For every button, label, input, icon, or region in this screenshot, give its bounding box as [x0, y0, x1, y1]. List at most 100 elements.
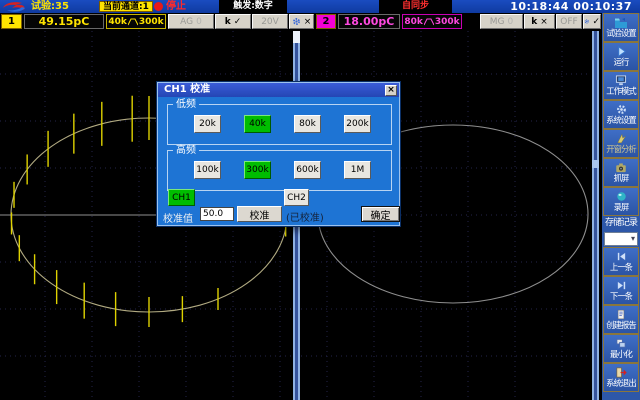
sidebar-button-minimize[interactable]: 最小化: [603, 334, 639, 363]
sidebar-button-work-mode[interactable]: 工作模式: [603, 71, 639, 100]
sidebar-button-label: 工作模式: [606, 87, 635, 96]
close-icon[interactable]: ×: [385, 85, 397, 96]
channel-2-settings-segment[interactable]: ✓: [583, 14, 601, 29]
channel-1-badge[interactable]: 1: [1, 14, 22, 29]
gear-icon: [584, 17, 589, 26]
sidebar-button-label: 下一条: [610, 292, 632, 301]
channel-1-unit-segment[interactable]: k ✓: [215, 14, 251, 29]
check-icon: ✓: [592, 17, 600, 27]
channel-1-gain-segment[interactable]: AG 0: [168, 14, 214, 29]
channel-1-charge-value: 49.15pC: [24, 14, 104, 29]
dialog-title[interactable]: CH1 校准: [158, 83, 399, 97]
sidebar-button-label: 系统退出: [606, 379, 635, 388]
bandpass-icon: [424, 18, 434, 26]
sync-mode-label: 自同步: [379, 0, 452, 13]
calibrated-status-note: (已校准): [286, 209, 324, 224]
play-icon: [616, 45, 627, 58]
minimize-icon: [615, 337, 627, 350]
bandpass-icon: [128, 18, 138, 26]
sidebar-button-previous-record[interactable]: 上一条: [603, 247, 639, 276]
freq-option-1M[interactable]: 1M: [344, 161, 371, 179]
sidebar-button-run[interactable]: 运行: [603, 42, 639, 71]
camera-icon: [615, 161, 627, 174]
check-icon: ✓: [234, 17, 242, 27]
freq-option-300k[interactable]: 300k: [244, 161, 271, 179]
channel-1-settings-segment[interactable]: ×: [289, 14, 314, 29]
freq-option-200k[interactable]: 200k: [344, 115, 371, 133]
next-icon: [616, 279, 627, 292]
ok-button[interactable]: 确定: [361, 206, 400, 222]
channel-1-select-button[interactable]: CH1: [168, 189, 195, 206]
storage-records-label: 存储记录: [602, 216, 640, 231]
sidebar-button-label: 上一条: [610, 263, 632, 272]
channel-2-charge-value: 18.00pC: [338, 14, 400, 29]
band-low-value: 80k: [404, 17, 423, 27]
band-low-value: 40k: [108, 17, 127, 27]
stop-status-icon: [154, 2, 163, 11]
sidebar-button-label: 试验设置: [606, 29, 635, 38]
monitor-icon: [615, 74, 627, 87]
splitter-right[interactable]: [591, 31, 600, 400]
unit-label: k: [225, 17, 231, 27]
sidebar-button-next-record[interactable]: 下一条: [603, 276, 639, 305]
sidebar: 试验设置运行工作模式系统设置开窗分析抓屏录屏 存储记录 ▾ 上一条下一条创建报告…: [602, 13, 640, 400]
calibrate-button[interactable]: 校准: [237, 206, 282, 222]
sidebar-button-label: 开窗分析: [606, 145, 635, 154]
low-frequency-label: 低频: [173, 99, 199, 110]
report-icon: [616, 308, 626, 321]
splitter-right-handle[interactable]: [592, 160, 599, 168]
sidebar-button-screen-record[interactable]: 录屏: [603, 187, 639, 216]
sidebar-button-label: 创建报告: [606, 321, 635, 330]
sidebar-button-window-analysis[interactable]: 开窗分析: [603, 129, 639, 158]
freq-option-80k[interactable]: 80k: [294, 115, 321, 133]
prev-icon: [616, 250, 627, 263]
range-label: OFF: [560, 17, 577, 27]
high-frequency-group: 高频 100k300k600k1M: [167, 150, 392, 191]
trigger-mode-label: 触发:数字: [219, 0, 287, 13]
gear-icon: [292, 17, 301, 26]
channel-1-band-range[interactable]: 40k 300k: [106, 14, 166, 29]
high-frequency-label: 高频: [173, 145, 199, 156]
calibration-value-label: 校准值: [163, 210, 193, 225]
sphere-icon: [616, 190, 627, 203]
gain-value: 0: [508, 17, 514, 27]
channel-2-select-button[interactable]: CH2: [284, 189, 309, 206]
channel-2-badge[interactable]: 2: [316, 14, 336, 29]
calibration-dialog: CH1 校准 × 低频 20k 40k 80k 200k 高频 100k 300k 600…: [157, 82, 400, 226]
gain-label: AG: [180, 17, 193, 27]
lightning-icon: [616, 132, 627, 145]
freq-option-600k[interactable]: 600k: [294, 161, 321, 179]
current-time: 10:18:44: [510, 0, 569, 13]
test-number-label: 试验:35: [31, 0, 69, 13]
sidebar-button-system-exit[interactable]: 系统退出: [603, 363, 639, 392]
storage-records-dropdown[interactable]: ▾: [604, 232, 638, 246]
band-high-value: 300k: [139, 17, 164, 27]
unit-label: k: [531, 17, 537, 27]
channel-2-band-range[interactable]: 80k 300k: [402, 14, 462, 29]
current-channel-badge: 当前通道:1: [99, 1, 153, 12]
stop-status-label: 停止: [166, 0, 186, 13]
freq-option-20k[interactable]: 20k: [194, 115, 221, 133]
channel-2-range-segment[interactable]: OFF: [556, 14, 582, 29]
channel-2-unit-segment[interactable]: k ×: [524, 14, 555, 29]
sidebar-button-screen-capture[interactable]: 抓屏: [603, 158, 639, 187]
clock-display: 10:18:44 00:10:37: [510, 0, 632, 13]
splitter-left-handle[interactable]: [293, 31, 300, 43]
channel-1-range-segment[interactable]: 20V: [252, 14, 288, 29]
low-frequency-group: 低频 20k40k80k200k: [167, 104, 392, 145]
app-logo-icon: [2, 0, 28, 13]
sidebar-button-create-report[interactable]: 创建报告: [603, 305, 639, 334]
channel-status-bar: 1 49.15pC 40k 300k AG 0 k ✓ 20V × 2 18.0…: [0, 13, 602, 31]
calibration-value-input[interactable]: [200, 207, 234, 221]
freq-option-100k[interactable]: 100k: [194, 161, 221, 179]
sidebar-button-label: 抓屏: [614, 174, 629, 183]
folder-icon: [614, 16, 628, 29]
sidebar-button-system-settings[interactable]: 系统设置: [603, 100, 639, 129]
gain-label: MG: [490, 17, 505, 27]
range-label: 20V: [261, 17, 279, 27]
channel-2-gain-segment[interactable]: MG 0: [480, 14, 523, 29]
sidebar-button-label: 录屏: [614, 203, 629, 212]
sidebar-button-test-setup[interactable]: 试验设置: [603, 13, 639, 42]
exit-icon: [615, 366, 627, 379]
freq-option-40k[interactable]: 40k: [244, 115, 271, 133]
